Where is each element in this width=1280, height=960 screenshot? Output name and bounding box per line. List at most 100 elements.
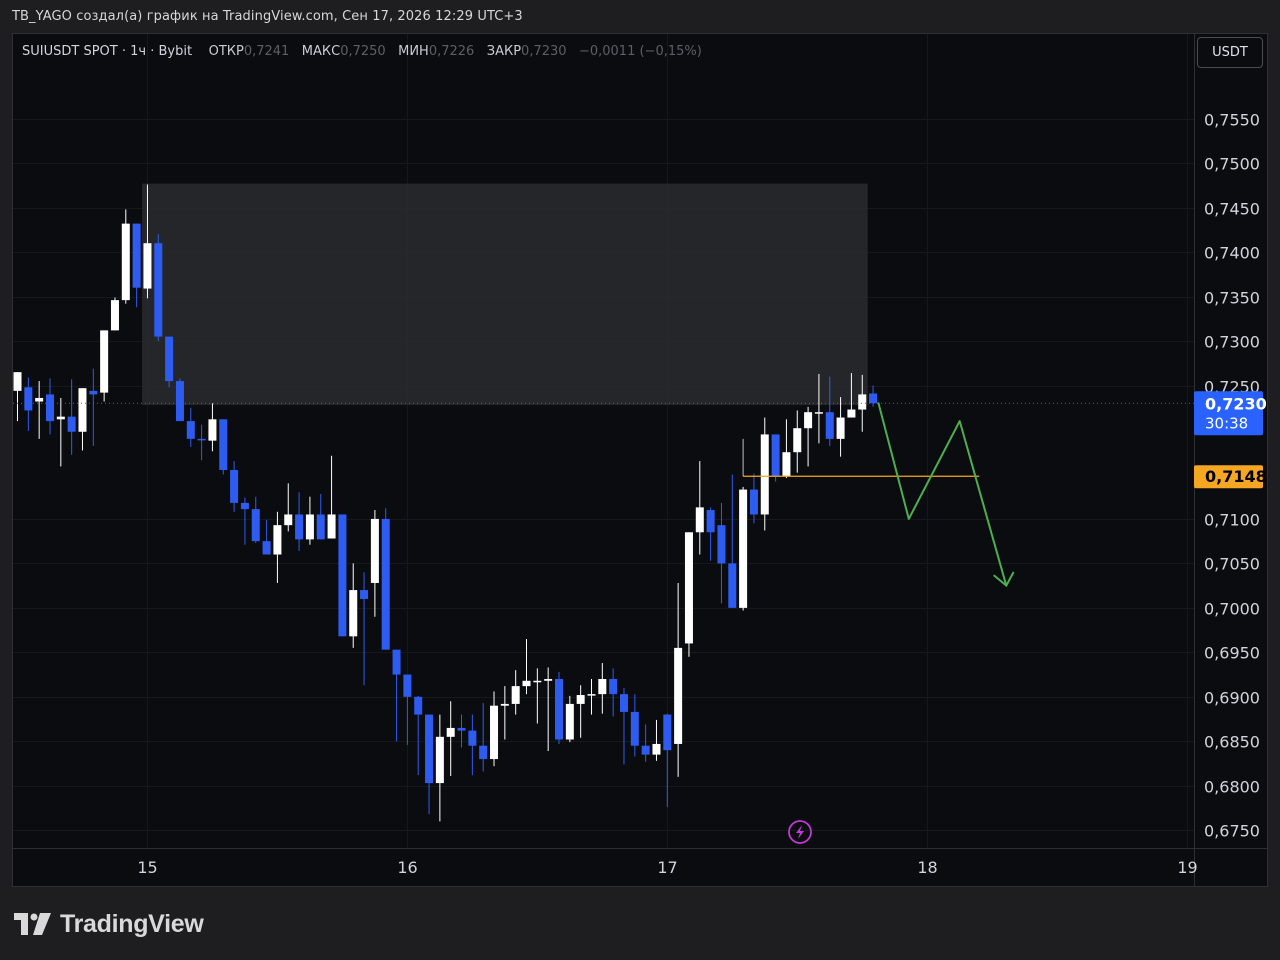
close-label: ЗАКР — [486, 44, 522, 59]
candle-bull — [13, 372, 22, 422]
candle-body — [555, 679, 563, 740]
change-value: −0,0011 (−0,15%) — [578, 44, 702, 59]
time-tick-label: 17 — [657, 858, 677, 877]
candle-bear — [262, 519, 271, 555]
candle-bull — [544, 667, 553, 752]
candle-bull — [121, 209, 130, 304]
close-value: 0,7230 — [521, 44, 567, 59]
candle-bear — [728, 474, 737, 608]
candle-body — [641, 745, 650, 755]
tradingview-logo-icon — [14, 913, 51, 935]
symbol-name[interactable]: SUIUSDT SPOT · 1ч · Bybit — [22, 44, 192, 59]
candle-bear — [403, 674, 412, 745]
price-tags: 0,723030:38 0,7148 — [1194, 391, 1267, 489]
candle-bear — [479, 703, 488, 772]
candle-bull — [565, 695, 574, 743]
candle-bull — [760, 417, 769, 531]
candle-body — [360, 590, 369, 599]
candle-bear — [609, 668, 618, 717]
countdown-value: 30:38 — [1205, 414, 1248, 432]
candle-bear — [230, 461, 239, 512]
candle-bull — [208, 403, 217, 452]
candle-body — [78, 388, 87, 432]
candle-bull — [782, 419, 791, 479]
candle-body — [717, 525, 726, 564]
candle-bear — [414, 695, 423, 776]
candle-body — [695, 507, 704, 533]
candle-bear — [219, 419, 228, 475]
candle-bear — [240, 497, 249, 545]
candle-bear — [381, 508, 390, 650]
candle-body — [316, 514, 325, 540]
current-price-tag: 0,723030:38 — [1194, 391, 1267, 436]
level-price-value: 0,7148 — [1205, 467, 1267, 486]
candle-bull — [684, 532, 693, 657]
price-tick-label: 0,6750 — [1204, 822, 1260, 841]
candle-body — [814, 412, 823, 414]
symbol-legend: SUIUSDT SPOT · 1ч · Bybit ОТКР0,7241 МАК… — [22, 44, 702, 59]
price-tick-label: 0,7350 — [1204, 289, 1260, 308]
candle-bull — [273, 511, 282, 583]
candle-body — [479, 745, 488, 760]
candle-bull — [533, 668, 542, 724]
current-price-value: 0,7230 — [1205, 394, 1267, 413]
candle-bear — [186, 407, 195, 447]
price-tick-label: 0,7500 — [1204, 155, 1260, 174]
candle-body — [414, 696, 423, 715]
candle-bull — [435, 714, 444, 822]
candle-body — [576, 695, 585, 704]
price-tick-label: 0,7400 — [1204, 244, 1260, 263]
price-tick-label: 0,7100 — [1204, 511, 1260, 530]
price-tick-label: 0,7450 — [1204, 200, 1260, 219]
resistance-zone — [142, 183, 868, 406]
chart-canvas[interactable]: 0,7550 0,7500 0,7450 0,7400 0,7350 0,7300 0,72… — [0, 0, 1280, 960]
candle-bear — [771, 434, 780, 482]
candle-body — [219, 419, 228, 471]
candle-body — [327, 514, 336, 539]
candle-bull — [587, 679, 596, 715]
candle-body — [67, 416, 76, 432]
candle-body — [230, 470, 239, 503]
candle-body — [663, 714, 672, 751]
candle-bear — [295, 492, 304, 551]
candle-bull — [804, 406, 813, 467]
low-value: 0,7226 — [428, 44, 475, 59]
candle-body — [825, 412, 834, 439]
candle-bull — [836, 397, 845, 457]
candle-bear — [457, 714, 466, 748]
candle-body — [381, 518, 390, 650]
candle-body — [208, 419, 217, 441]
candle-body — [435, 736, 444, 784]
low-label: МИН — [398, 44, 429, 59]
price-tick-label: 0,6900 — [1204, 689, 1260, 708]
candle-bear — [468, 714, 477, 776]
candle-body — [338, 514, 347, 637]
candle-bear — [175, 378, 184, 422]
tradingview-logo[interactable]: TradingView — [14, 908, 204, 940]
candle-body — [522, 680, 531, 687]
high-label: МАКС — [301, 44, 341, 59]
candle-body — [858, 394, 867, 410]
candle-body — [186, 421, 195, 439]
candle-bull — [695, 461, 704, 555]
candle-bull — [446, 701, 455, 776]
currency-button[interactable]: USDT — [1197, 37, 1263, 68]
candle-body — [544, 679, 553, 681]
time-axis[interactable]: 15 16 17 18 19 — [137, 858, 1197, 877]
candle-body — [13, 372, 22, 391]
candle-bear — [154, 234, 163, 342]
candle-body — [349, 590, 358, 637]
candle-body — [619, 694, 628, 712]
candle-body — [587, 694, 596, 696]
open-value: 0,7241 — [243, 44, 290, 59]
candle-body — [284, 514, 293, 526]
candle-body — [674, 647, 683, 744]
candle-bull — [284, 483, 293, 532]
candle-body — [121, 223, 130, 301]
candle-bull — [500, 686, 509, 740]
candle-body — [847, 409, 856, 418]
candle-body — [251, 509, 260, 542]
candle-bear — [663, 713, 672, 808]
candle-bull — [35, 381, 44, 439]
alert-icon[interactable] — [788, 820, 812, 844]
